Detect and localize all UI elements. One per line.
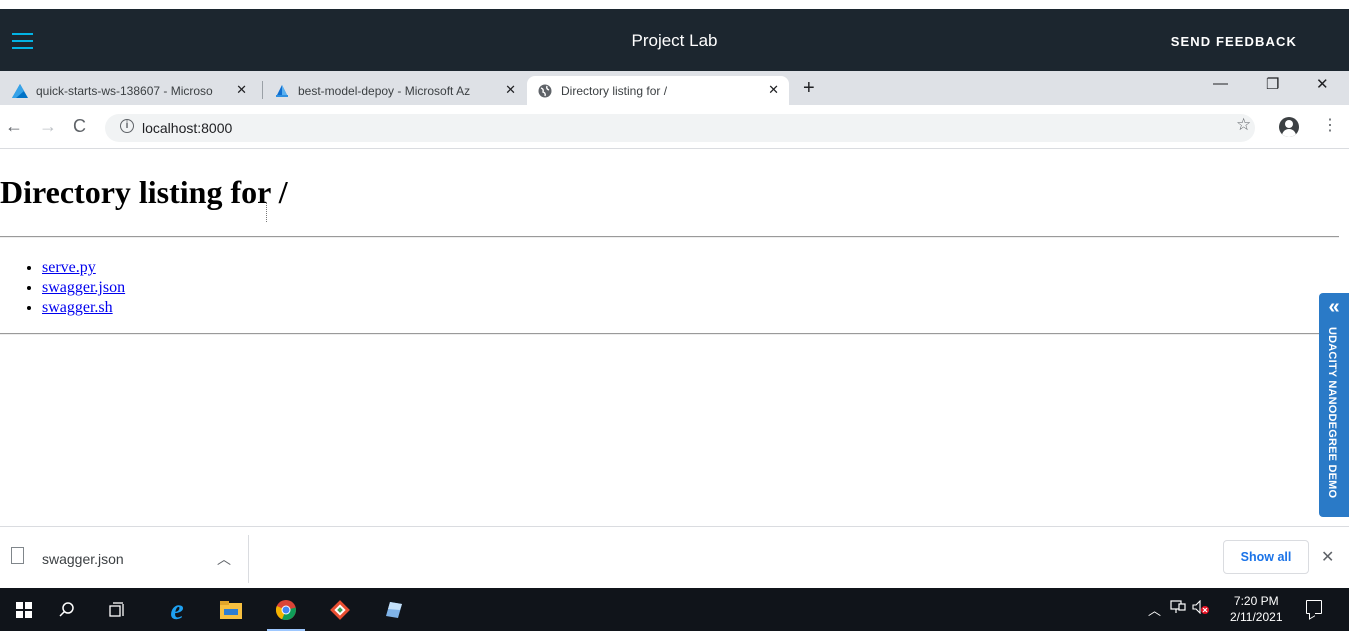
tab-title: quick-starts-ws-138607 - Microso — [36, 83, 213, 98]
file-list: serve.py swagger.json swagger.sh — [42, 258, 125, 318]
volume-muted-icon[interactable] — [1192, 599, 1210, 617]
divider — [248, 535, 249, 583]
file-icon — [11, 547, 24, 564]
file-link-swagger-json[interactable]: swagger.json — [42, 279, 125, 296]
side-tab-label: UDACITY NANODEGREE DEMO — [1326, 327, 1338, 499]
globe-icon — [537, 83, 553, 99]
send-feedback-button[interactable]: SEND FEEDBACK — [1171, 34, 1297, 49]
close-window-button[interactable]: ✕ — [1316, 75, 1329, 93]
task-view-icon[interactable] — [94, 588, 142, 631]
action-center-icon[interactable] — [1306, 600, 1322, 614]
azure-ml-icon — [12, 83, 28, 99]
search-icon[interactable] — [43, 588, 91, 631]
restore-button[interactable]: ❐ — [1266, 75, 1279, 93]
close-shelf-icon[interactable]: ✕ — [1321, 547, 1334, 567]
show-hidden-icons-chevron-icon[interactable]: ︿ — [1148, 600, 1161, 619]
address-bar[interactable]: i localhost:8000 — [105, 114, 1255, 142]
internet-explorer-icon[interactable]: e — [153, 588, 201, 631]
list-item: swagger.sh — [42, 298, 125, 318]
network-icon[interactable] — [1170, 600, 1186, 617]
tab-close-icon[interactable]: ✕ — [236, 82, 247, 98]
forward-arrow-icon[interactable]: → — [39, 116, 57, 137]
divider — [0, 236, 1339, 238]
download-item-name[interactable]: swagger.json — [42, 551, 124, 567]
azure-ml-studio-icon — [274, 83, 290, 99]
file-link-swagger-sh[interactable]: swagger.sh — [42, 299, 113, 316]
windows-taskbar: e ︿ 7:20 PM 2/11/2021 — [0, 588, 1349, 631]
tab-title: Directory listing for / — [561, 83, 668, 98]
divider — [0, 333, 1339, 335]
list-item: swagger.json — [42, 278, 125, 298]
url-text[interactable]: localhost:8000 — [142, 120, 232, 136]
nanodegree-demo-side-tab[interactable]: « UDACITY NANODEGREE DEMO — [1319, 293, 1349, 517]
udacity-top-bar: Project Lab SEND FEEDBACK — [0, 9, 1349, 71]
windows-start-icon[interactable] — [0, 588, 48, 631]
tab-quick-starts[interactable]: quick-starts-ws-138607 - Microso ✕ — [2, 76, 257, 105]
browser-toolbar: ← → C i localhost:8000 — [0, 105, 1349, 149]
show-all-button[interactable]: Show all — [1223, 540, 1309, 574]
file-explorer-icon[interactable] — [207, 588, 255, 631]
page-heading: Directory listing for / — [0, 174, 288, 210]
notepad-icon[interactable] — [370, 588, 418, 631]
new-tab-button[interactable]: + — [803, 77, 815, 100]
more-menu-icon[interactable]: ⋮ — [1322, 118, 1338, 134]
tab-best-model-depoy[interactable]: best-model-depoy - Microsoft Az ✕ — [264, 76, 526, 105]
chevron-up-icon[interactable]: ︿ — [217, 549, 231, 569]
download-shelf: swagger.json ︿ Show all ✕ — [0, 526, 1349, 588]
clock-time: 7:20 PM — [1233, 594, 1279, 608]
clock-date: 2/11/2021 — [1230, 610, 1283, 624]
tab-close-icon[interactable]: ✕ — [505, 82, 516, 98]
git-icon[interactable] — [316, 588, 364, 631]
back-arrow-icon[interactable]: ← — [5, 116, 23, 137]
chrome-icon[interactable] — [262, 588, 310, 631]
tab-title: best-model-depoy - Microsoft Az — [298, 83, 471, 98]
bookmark-star-icon[interactable]: ☆ — [1236, 115, 1251, 135]
tab-close-icon[interactable]: ✕ — [768, 82, 779, 98]
tab-separator — [262, 81, 263, 99]
text-cursor-icon — [266, 202, 267, 222]
minimize-button[interactable]: — — [1213, 75, 1228, 92]
profile-avatar-icon[interactable] — [1279, 117, 1299, 137]
browser-tab-strip: quick-starts-ws-138607 - Microso ✕ best-… — [0, 71, 1349, 105]
taskbar-clock[interactable]: 7:20 PM 2/11/2021 — [1230, 593, 1283, 625]
screen: Project Lab SEND FEEDBACK quick-starts-w… — [0, 0, 1349, 631]
list-item: serve.py — [42, 258, 125, 278]
double-chevron-left-icon: « — [1328, 296, 1340, 318]
tab-directory-listing[interactable]: Directory listing for / ✕ — [527, 76, 789, 105]
project-title: Project Lab — [631, 31, 718, 50]
site-info-icon[interactable]: i — [120, 119, 134, 133]
reload-icon[interactable]: C — [73, 116, 86, 137]
file-link-serve-py[interactable]: serve.py — [42, 259, 96, 276]
